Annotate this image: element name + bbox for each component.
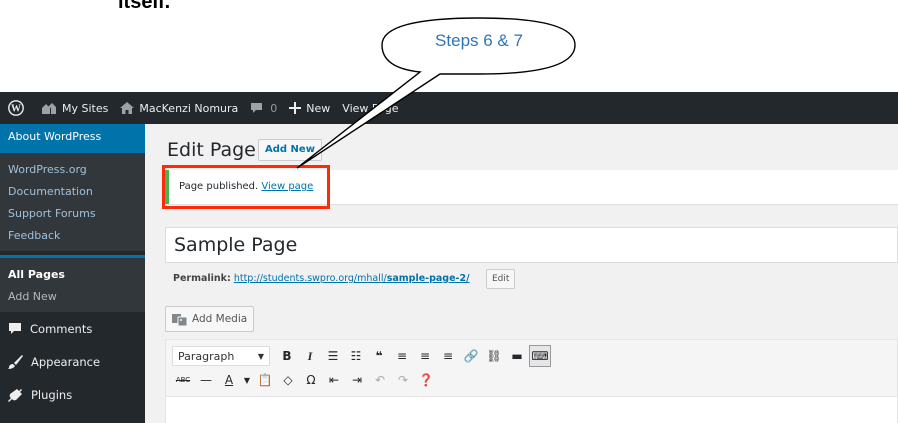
read-more-icon[interactable]: ▬ — [506, 345, 528, 367]
submenu-all-pages[interactable]: All Pages — [0, 264, 145, 286]
add-new-button[interactable]: Add New — [258, 139, 322, 161]
about-wordpress-item[interactable]: About WordPress — [0, 124, 145, 153]
permalink-edit-button[interactable]: Edit — [486, 269, 516, 289]
paste-as-text-icon[interactable]: 📋 — [254, 369, 276, 391]
permalink-label: Permalink: — [173, 273, 231, 284]
permalink-base: http://students.swpro.org/mhall/ — [233, 273, 387, 284]
increase-indent-icon[interactable]: ⇥ — [346, 369, 368, 391]
numbered-list-icon[interactable]: ☷ — [345, 345, 367, 367]
new-label: New — [306, 101, 331, 115]
align-right-icon[interactable]: ≡ — [437, 345, 459, 367]
admin-sidebar: About WordPress WordPress.org Documentat… — [0, 124, 145, 423]
sidebar-item-appearance[interactable]: Appearance — [0, 345, 145, 378]
home-icon — [120, 102, 135, 114]
editor-toolbar-row-1: Paragraph ▼ B I ☰ ☷ ❝ ≡ ≡ ≡ 🔗 ⛓ ▬ ⌨ — [172, 345, 552, 367]
insert-link-icon[interactable]: 🔗 — [460, 345, 482, 367]
content-editor: Paragraph ▼ B I ☰ ☷ ❝ ≡ ≡ ≡ 🔗 ⛓ ▬ ⌨ ABC … — [165, 339, 898, 423]
align-left-icon[interactable]: ≡ — [391, 345, 413, 367]
sidebar-item-label: Plugins — [31, 387, 73, 402]
about-wordpress-flyout: About WordPress WordPress.org Documentat… — [0, 124, 145, 251]
dropdown-arrow-icon: ▼ — [257, 351, 264, 361]
dropdown-arrow-icon[interactable]: ▼ — [241, 369, 253, 391]
main-content: Edit Page Add New Page published. View p… — [145, 124, 898, 423]
comment-icon — [251, 103, 263, 113]
callout-text: Steps 6 & 7 — [435, 31, 523, 50]
decrease-indent-icon[interactable]: ⇤ — [323, 369, 345, 391]
remove-link-icon[interactable]: ⛓ — [483, 345, 505, 367]
bulleted-list-icon[interactable]: ☰ — [322, 345, 344, 367]
document-fragment: itself. — [118, 0, 171, 13]
sidebar-item-plugins[interactable]: Plugins — [0, 378, 145, 411]
flyout-item-support-forums[interactable]: Support Forums — [0, 203, 145, 225]
paintbrush-icon — [8, 354, 23, 369]
permalink-slug: sample-page-2/ — [386, 273, 470, 284]
flyout-item-feedback[interactable]: Feedback — [0, 225, 145, 247]
plus-icon — [289, 102, 302, 114]
site-name-label: MacKenzi Nomura — [139, 101, 239, 115]
admin-bar: W My Sites MacKenzi Nomura 0 New View Pa… — [0, 92, 898, 124]
clear-formatting-icon[interactable]: ◇ — [277, 369, 299, 391]
pages-submenu: All Pages Add New — [0, 255, 145, 312]
align-center-icon[interactable]: ≡ — [414, 345, 436, 367]
highlight-annotation-box — [162, 165, 330, 209]
add-media-icon — [172, 313, 188, 326]
special-character-icon[interactable]: Ω — [300, 369, 322, 391]
new-content-menu[interactable]: New — [283, 92, 336, 124]
page-title: Edit Page — [167, 139, 256, 161]
sidebar-item-comments[interactable]: Comments — [0, 312, 145, 345]
text-color-icon[interactable]: A — [218, 369, 240, 391]
plug-icon — [8, 388, 22, 402]
help-icon[interactable]: ❓ — [415, 369, 437, 391]
my-sites-menu[interactable]: My Sites — [35, 92, 114, 124]
sidebar-item-label: Comments — [30, 321, 93, 336]
blockquote-icon[interactable]: ❝ — [368, 345, 390, 367]
undo-icon[interactable]: ↶ — [369, 369, 391, 391]
strikethrough-icon[interactable]: ABC — [172, 369, 194, 391]
svg-text:W: W — [11, 104, 21, 115]
my-sites-icon — [42, 102, 56, 114]
view-page-link[interactable]: View Page — [336, 92, 404, 124]
redo-icon[interactable]: ↷ — [392, 369, 414, 391]
permalink: Permalink: http://students.swpro.org/mha… — [173, 273, 470, 284]
horizontal-line-icon[interactable]: — — [195, 369, 217, 391]
sidebar-item-label: Appearance — [31, 354, 101, 369]
bold-button[interactable]: B — [276, 345, 298, 367]
format-select[interactable]: Paragraph ▼ — [172, 346, 270, 366]
comment-icon — [9, 323, 21, 334]
flyout-item-documentation[interactable]: Documentation — [0, 181, 145, 203]
add-media-label: Add Media — [192, 313, 248, 325]
editor-content-area[interactable] — [166, 396, 897, 423]
flyout-item-wordpress-org[interactable]: WordPress.org — [0, 159, 145, 181]
comments-count: 0 — [270, 101, 278, 115]
wordpress-logo-icon[interactable]: W — [0, 92, 35, 124]
my-sites-label: My Sites — [62, 101, 109, 115]
editor-toolbar-row-2: ABC — A ▼ 📋 ◇ Ω ⇤ ⇥ ↶ ↷ ❓ — [172, 369, 438, 391]
toolbar-toggle-icon[interactable]: ⌨ — [529, 345, 551, 367]
page-title-input[interactable]: Sample Page — [165, 227, 898, 263]
comments-menu[interactable]: 0 — [244, 92, 283, 124]
add-media-button[interactable]: Add Media — [165, 306, 255, 332]
italic-button[interactable]: I — [299, 345, 321, 367]
site-name-menu[interactable]: MacKenzi Nomura — [114, 92, 244, 124]
submenu-add-new[interactable]: Add New — [0, 286, 145, 308]
format-select-value: Paragraph — [178, 349, 235, 363]
permalink-url[interactable]: http://students.swpro.org/mhall/sample-p… — [234, 273, 470, 284]
